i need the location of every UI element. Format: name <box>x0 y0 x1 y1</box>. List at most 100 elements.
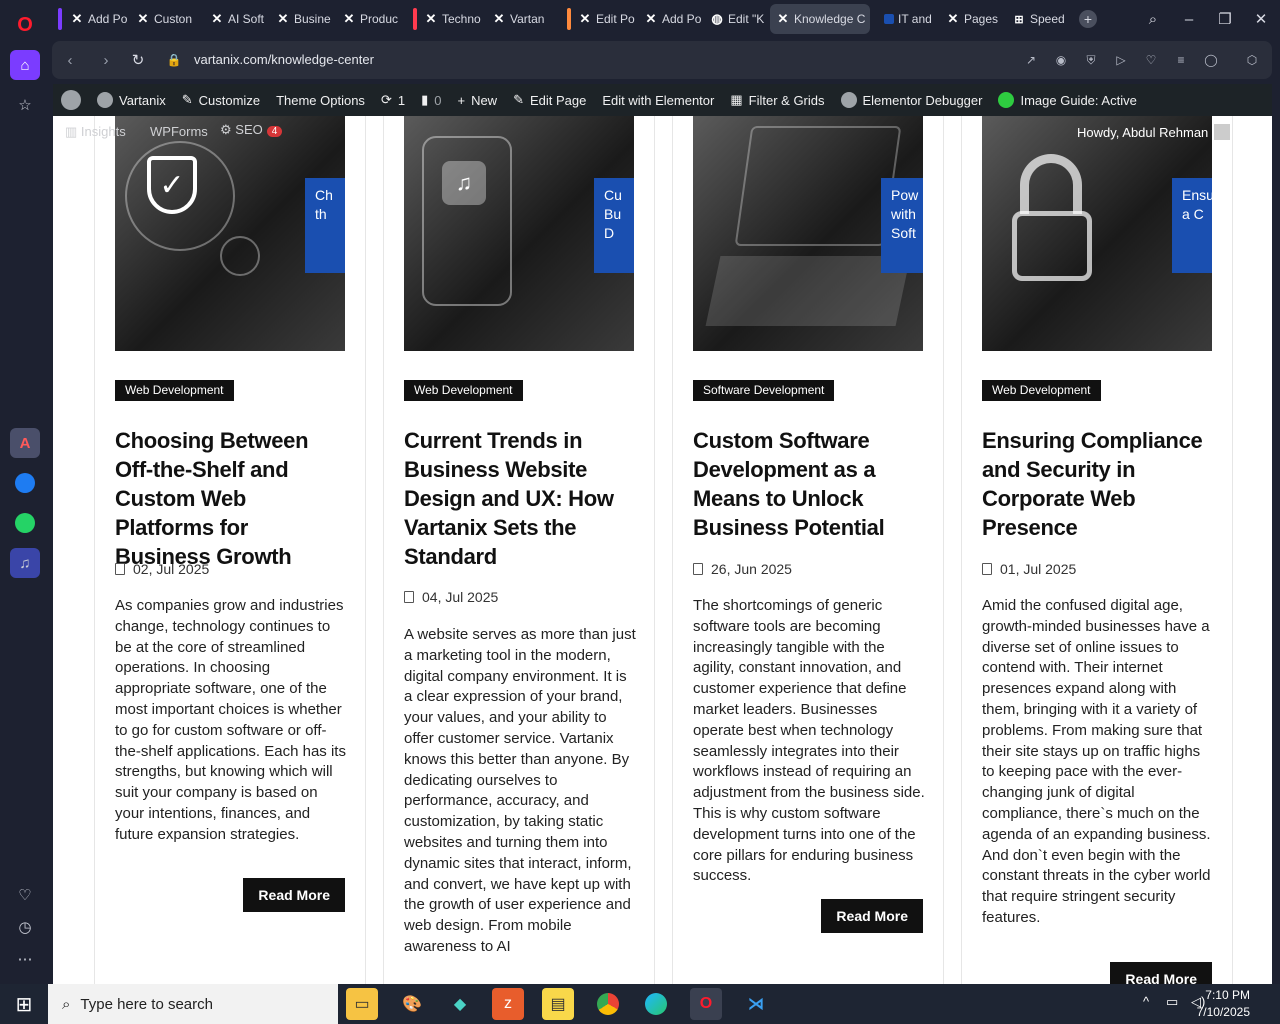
read-more-button[interactable]: Read More <box>821 899 923 933</box>
tab[interactable]: IT and <box>878 4 942 34</box>
laptop-graphic <box>705 256 911 326</box>
history-icon[interactable]: ◷ <box>10 912 40 942</box>
filter-grids-link[interactable]: ▦ Filter & Grids <box>722 92 832 108</box>
profile-icon[interactable]: ◯ <box>1201 50 1221 70</box>
tab[interactable]: ✕ Vartan <box>486 4 552 34</box>
forward-icon[interactable]: › <box>97 51 115 69</box>
home-icon[interactable]: ⌂ <box>10 50 40 80</box>
padlock-icon <box>1012 211 1092 281</box>
insights-menu[interactable]: ▥ Insights <box>65 124 126 140</box>
image-guide-link[interactable]: Image Guide: Active <box>990 92 1144 108</box>
tab[interactable]: ✕ Add Po <box>638 4 702 34</box>
x-logo-icon: ✕ <box>71 11 83 26</box>
read-more-button[interactable]: Read More <box>1110 962 1212 984</box>
camera-icon[interactable]: ◉ <box>1051 50 1071 70</box>
heart-icon[interactable]: ♡ <box>10 880 40 910</box>
more-icon[interactable]: ⋯ <box>10 944 40 974</box>
post-thumbnail[interactable]: ♫ Cu Bu D <box>404 116 634 351</box>
category-badge[interactable]: Web Development <box>982 380 1101 401</box>
comments-link[interactable]: ▮ 0 <box>413 92 449 108</box>
wp-admin-bar: Vartanix ✎ Customize Theme Options ⟳ 1 ▮ 0 … <box>53 84 1272 116</box>
post-date: 01, Jul 2025 <box>982 561 1076 577</box>
star-icon[interactable]: ☆ <box>10 90 40 120</box>
category-badge[interactable]: Software Development <box>693 380 835 401</box>
address-bar: ‹ › ↻ 🔒 vartanix.com/knowledge-center ↗ … <box>52 41 1272 79</box>
post-thumbnail[interactable]: Pow with Soft <box>693 116 923 351</box>
comment-icon: ▮ <box>421 92 429 107</box>
back-icon[interactable]: ‹ <box>61 51 79 69</box>
shield-icon[interactable]: ⛨ <box>1081 50 1101 70</box>
sticky-notes-icon[interactable]: ▤ <box>542 988 574 1020</box>
new-link[interactable]: + New <box>449 93 505 108</box>
heart-icon[interactable]: ♡ <box>1141 50 1161 70</box>
wordpress-logo[interactable] <box>53 90 89 110</box>
updates-link[interactable]: ⟳ 1 <box>373 92 413 108</box>
seo-menu[interactable]: ⚙ SEO 4 <box>220 122 283 138</box>
maximize-icon[interactable]: ❐ <box>1214 8 1236 30</box>
tab[interactable]: ✕ Add Po <box>64 4 128 34</box>
music-icon: ♫ <box>442 161 486 205</box>
tab[interactable]: ✕ Techno <box>418 4 484 34</box>
tab[interactable]: ✕ Busine <box>270 4 334 34</box>
share-icon[interactable]: ↗ <box>1021 50 1041 70</box>
file-explorer-icon[interactable]: ▭ <box>346 988 378 1020</box>
tray-chevron-icon[interactable]: ^ <box>1143 994 1149 1009</box>
network-icon[interactable]: ▭ <box>1166 994 1178 1010</box>
aria-icon[interactable]: A <box>10 428 40 458</box>
messenger-icon[interactable] <box>10 468 40 498</box>
post-title[interactable]: Custom Software Development as a Means t… <box>693 426 925 542</box>
reload-icon[interactable]: ↻ <box>129 51 147 69</box>
tab[interactable]: ◍ Edit "K <box>704 4 768 34</box>
customize-link[interactable]: ✎ Customize <box>174 92 268 108</box>
post-title[interactable]: Current Trends in Business Website Desig… <box>404 426 636 571</box>
close-icon[interactable]: ✕ <box>1250 8 1272 30</box>
new-tab-icon[interactable]: + <box>1079 10 1097 28</box>
post-excerpt: The shortcomings of generic software too… <box>693 597 925 885</box>
paint-icon[interactable]: 🎨 <box>396 988 428 1020</box>
opera-taskbar-icon[interactable]: O <box>690 988 722 1020</box>
edge-icon[interactable] <box>640 988 672 1020</box>
vscode-icon[interactable]: ⋊ <box>740 988 772 1020</box>
calendar-icon <box>693 563 703 575</box>
whatsapp-icon[interactable] <box>10 508 40 538</box>
post-thumbnail[interactable]: Ensu a C <box>982 116 1212 351</box>
url-field[interactable]: vartanix.com/knowledge-center <box>194 52 374 67</box>
app-icon[interactable]: ◆ <box>444 988 476 1020</box>
tab[interactable]: ✕ Edit Po <box>572 4 636 34</box>
menu-icon[interactable]: ≡ <box>1171 50 1191 70</box>
updates-icon: ⟳ <box>380 92 392 107</box>
howdy-user[interactable]: Howdy, Abdul Rehman <box>1077 124 1231 140</box>
post-thumbnail[interactable]: ✓ Ch th <box>115 116 345 351</box>
debugger-link[interactable]: Elementor Debugger <box>833 92 991 108</box>
padlock-shackle-graphic <box>1020 154 1082 214</box>
theme-options-link[interactable]: Theme Options <box>268 93 373 108</box>
tab[interactable]: ⊞ Speed <box>1006 4 1070 34</box>
minimize-icon[interactable]: – <box>1178 8 1200 30</box>
music-player-icon[interactable]: ♫ <box>10 548 40 578</box>
windows-start-icon[interactable]: ⊞ <box>8 988 40 1020</box>
taskbar-search[interactable]: ⌕ Type here to search <box>48 984 338 1024</box>
wpforms-menu[interactable]: WPForms <box>150 124 208 139</box>
bolt-icon <box>998 92 1015 108</box>
tab[interactable]: ✕ Custon <box>130 4 196 34</box>
category-badge[interactable]: Web Development <box>115 380 234 401</box>
tab[interactable]: ✕ Pages <box>940 4 1004 34</box>
read-more-button[interactable]: Read More <box>243 878 345 912</box>
tab[interactable]: ✕ Produc <box>336 4 400 34</box>
opera-logo-icon[interactable]: O <box>10 10 40 40</box>
tab[interactable]: ✕ AI Soft <box>204 4 268 34</box>
flow-icon[interactable]: ▷ <box>1111 50 1131 70</box>
clock[interactable]: 7:10 PM 7/10/2025 <box>1197 987 1250 1021</box>
post-title[interactable]: Choosing Between Off-the-Shelf and Custo… <box>115 426 347 571</box>
tab-active[interactable]: ✕ Knowledge C <box>770 4 870 34</box>
site-name[interactable]: Vartanix <box>89 92 174 108</box>
elementor-link[interactable]: Edit with Elementor <box>594 93 722 108</box>
post-card: ✓ Ch th Web Development Choosing Between… <box>94 116 366 984</box>
chrome-icon[interactable] <box>592 988 624 1020</box>
category-badge[interactable]: Web Development <box>404 380 523 401</box>
search-tabs-icon[interactable]: ⌕ <box>1142 8 1164 30</box>
post-title[interactable]: Ensuring Compliance and Security in Corp… <box>982 426 1214 542</box>
zoom-icon[interactable]: z <box>492 988 524 1020</box>
edit-page-link[interactable]: ✎ Edit Page <box>505 92 594 108</box>
extensions-icon[interactable]: ⬡ <box>1242 50 1262 70</box>
